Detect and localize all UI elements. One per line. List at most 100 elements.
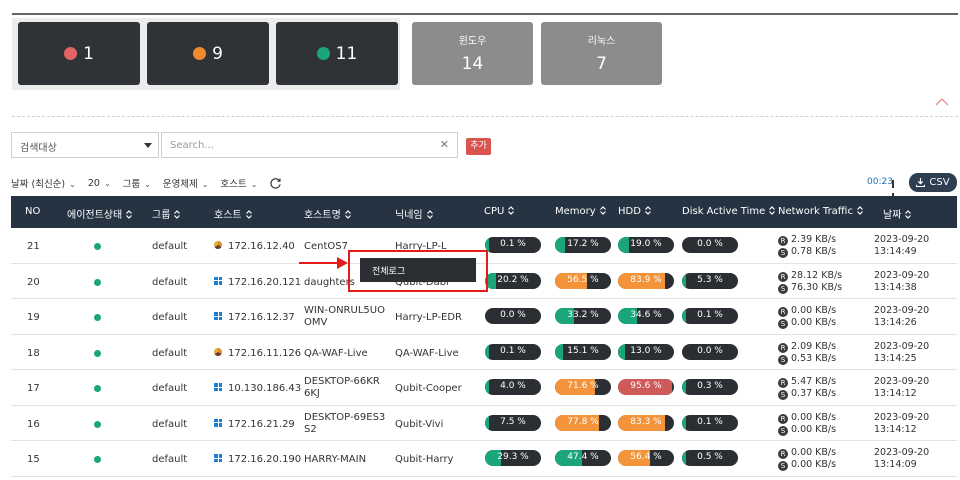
table-row[interactable]: 15 default 172.16.20.190 HARRY-MAIN Qubit-Ha…	[11, 441, 957, 477]
group-filter-dropdown[interactable]: 그룹 ⌄	[123, 176, 151, 190]
chevron-down-icon: ⌄	[250, 180, 258, 189]
top-divider	[12, 13, 958, 15]
cpu-usage-text: 0.1 %	[500, 239, 526, 249]
column-header[interactable]: Disk Active Time	[682, 206, 776, 217]
receive-badge-icon: R	[778, 449, 788, 459]
os-card-label: 리눅스	[587, 36, 616, 47]
memory-usage-bar: 17.2 %	[555, 237, 611, 253]
search-input[interactable]	[162, 133, 422, 157]
host-cell: 10.130.186.43	[214, 383, 301, 394]
sort-icon	[126, 210, 133, 219]
memory-usage-text: 15.1 %	[567, 345, 599, 356]
column-header[interactable]: Network Traffic	[778, 206, 863, 217]
search-target-select[interactable]: 검색대상	[11, 132, 159, 158]
column-header[interactable]: 호스트명	[304, 206, 351, 221]
red-status-icon	[64, 47, 78, 60]
table-row[interactable]: 16 default 172.16.21.29 DESKTOP-69ES3S2 Qubi…	[11, 406, 957, 441]
date-time: 13:14:26	[874, 317, 917, 328]
agent-status-icon	[94, 278, 101, 286]
network-traffic-cell: R 5.47 KB/s S 0.37 KB/s	[778, 376, 836, 400]
table-row[interactable]: 18 default 172.16.11.126 QA-WAF-Live QA-WAF-…	[11, 335, 957, 370]
agent-status-icon	[94, 349, 101, 357]
column-header[interactable]: 에이전트상태	[67, 206, 133, 221]
chevron-up-icon[interactable]	[935, 97, 949, 107]
receive-traffic: R 5.47 KB/s	[778, 376, 836, 388]
network-traffic-cell: R 28.12 KB/s S 76.30 KB/s	[778, 270, 842, 294]
row-number: 16	[27, 418, 40, 430]
sort-filter-dropdown[interactable]: 날짜 (최신순) ⌄	[11, 176, 76, 190]
page-size-dropdown[interactable]: 20 ⌄	[88, 178, 111, 189]
date-cell: 2023-09-20 13:14:25	[874, 341, 929, 365]
search-field[interactable]: ✕	[161, 132, 458, 158]
filter-bar: 날짜 (최신순) ⌄ 20 ⌄ 그룹 ⌄ 운영체제 ⌄ 호스트 ⌄	[11, 176, 282, 190]
disk-usage-bar: 0.5 %	[682, 450, 738, 466]
row-number: 17	[27, 383, 40, 394]
csv-download-button[interactable]: CSV	[909, 173, 957, 192]
column-header[interactable]: 그룹	[152, 206, 181, 221]
row-number: 15	[27, 454, 40, 465]
os-filter-dropdown[interactable]: 운영체제 ⌄	[163, 176, 209, 190]
os-card-count: 14	[461, 54, 484, 74]
receive-traffic: R 0.00 KB/s	[778, 305, 836, 317]
receive-rate: 0.00 KB/s	[791, 411, 837, 423]
table-row[interactable]: 19 default 172.16.12.37 WIN-ONRUL5UOOMV Harr…	[11, 299, 957, 335]
status-summary: 1 9 11	[12, 18, 400, 90]
network-traffic-cell: R 2.39 KB/s S 0.78 KB/s	[778, 234, 836, 258]
cpu-usage-bar: 4.0 %	[485, 379, 541, 395]
clear-search-icon[interactable]: ✕	[440, 138, 449, 151]
pause-icon[interactable]	[892, 178, 899, 201]
column-header[interactable]: HDD	[618, 206, 651, 217]
hostname-cell: WIN-ONRUL5UOOMV	[304, 305, 385, 328]
download-icon	[916, 178, 926, 187]
receive-rate: 2.09 KB/s	[791, 340, 837, 352]
status-card-red[interactable]: 1	[18, 22, 140, 85]
host-ip: 172.16.21.29	[228, 418, 295, 430]
sort-icon	[508, 206, 515, 215]
send-rate: 0.00 KB/s	[791, 317, 837, 328]
table-row[interactable]: 17 default 10.130.186.43 DESKTOP-66KR6KJ Qub…	[11, 370, 957, 406]
column-header[interactable]: CPU	[484, 206, 515, 217]
cpu-usage-text: 4.0 %	[500, 381, 526, 391]
column-header[interactable]: NO	[25, 206, 40, 217]
cpu-usage-text: 0.0 %	[500, 310, 526, 320]
refresh-icon[interactable]	[269, 177, 282, 190]
os-card-windows[interactable]: 윈도우 14	[412, 22, 533, 85]
agent-table: NO 에이전트상태 그룹 호스트 호스트명 닉네임 CPU Memory HDD Disk Act…	[11, 196, 957, 477]
sort-icon	[426, 210, 433, 219]
disk-usage-bar: 5.3 %	[682, 272, 738, 289]
status-card-green[interactable]: 11	[276, 22, 398, 85]
windows-icon	[214, 454, 222, 462]
host-filter-dropdown[interactable]: 호스트 ⌄	[221, 176, 258, 190]
column-header[interactable]: Memory	[555, 206, 606, 217]
status-count-orange: 9	[212, 43, 223, 64]
receive-badge-icon: R	[778, 307, 788, 317]
memory-usage-bar: 77.8 %	[555, 414, 611, 431]
column-header[interactable]: 호스트	[214, 206, 252, 221]
hdd-usage-text: 56.4 %	[630, 452, 662, 462]
date-cell: 2023-09-20 13:14:26	[874, 305, 929, 329]
column-header[interactable]: 닉네임	[395, 206, 433, 221]
status-card-orange[interactable]: 9	[147, 22, 269, 85]
memory-usage-text: 77.8 %	[567, 416, 599, 427]
column-header-label: Memory	[555, 206, 596, 217]
column-header[interactable]: 날짜	[883, 206, 912, 221]
os-card-linux[interactable]: 리눅스 7	[541, 22, 662, 85]
add-button[interactable]: 추가	[466, 138, 491, 155]
linux-icon	[214, 347, 222, 356]
group-cell: default	[152, 454, 188, 465]
csv-label: CSV	[929, 177, 950, 188]
receive-traffic: R 0.00 KB/s	[778, 447, 836, 459]
hdd-usage-bar: 13.0 %	[618, 343, 674, 360]
cpu-usage-text: 20.2 %	[497, 274, 529, 285]
receive-rate: 0.00 KB/s	[791, 305, 837, 316]
section-divider	[12, 116, 958, 117]
agent-status-icon	[94, 243, 101, 250]
windows-icon	[214, 418, 222, 427]
group-cell: default	[152, 312, 188, 323]
group-cell: default	[152, 418, 188, 430]
receive-badge-icon: R	[778, 271, 788, 282]
column-header-label: 닉네임	[395, 210, 423, 221]
highlight-annotation	[348, 250, 488, 292]
network-traffic-cell: R 2.09 KB/s S 0.53 KB/s	[778, 341, 836, 365]
send-badge-icon: S	[778, 461, 788, 471]
